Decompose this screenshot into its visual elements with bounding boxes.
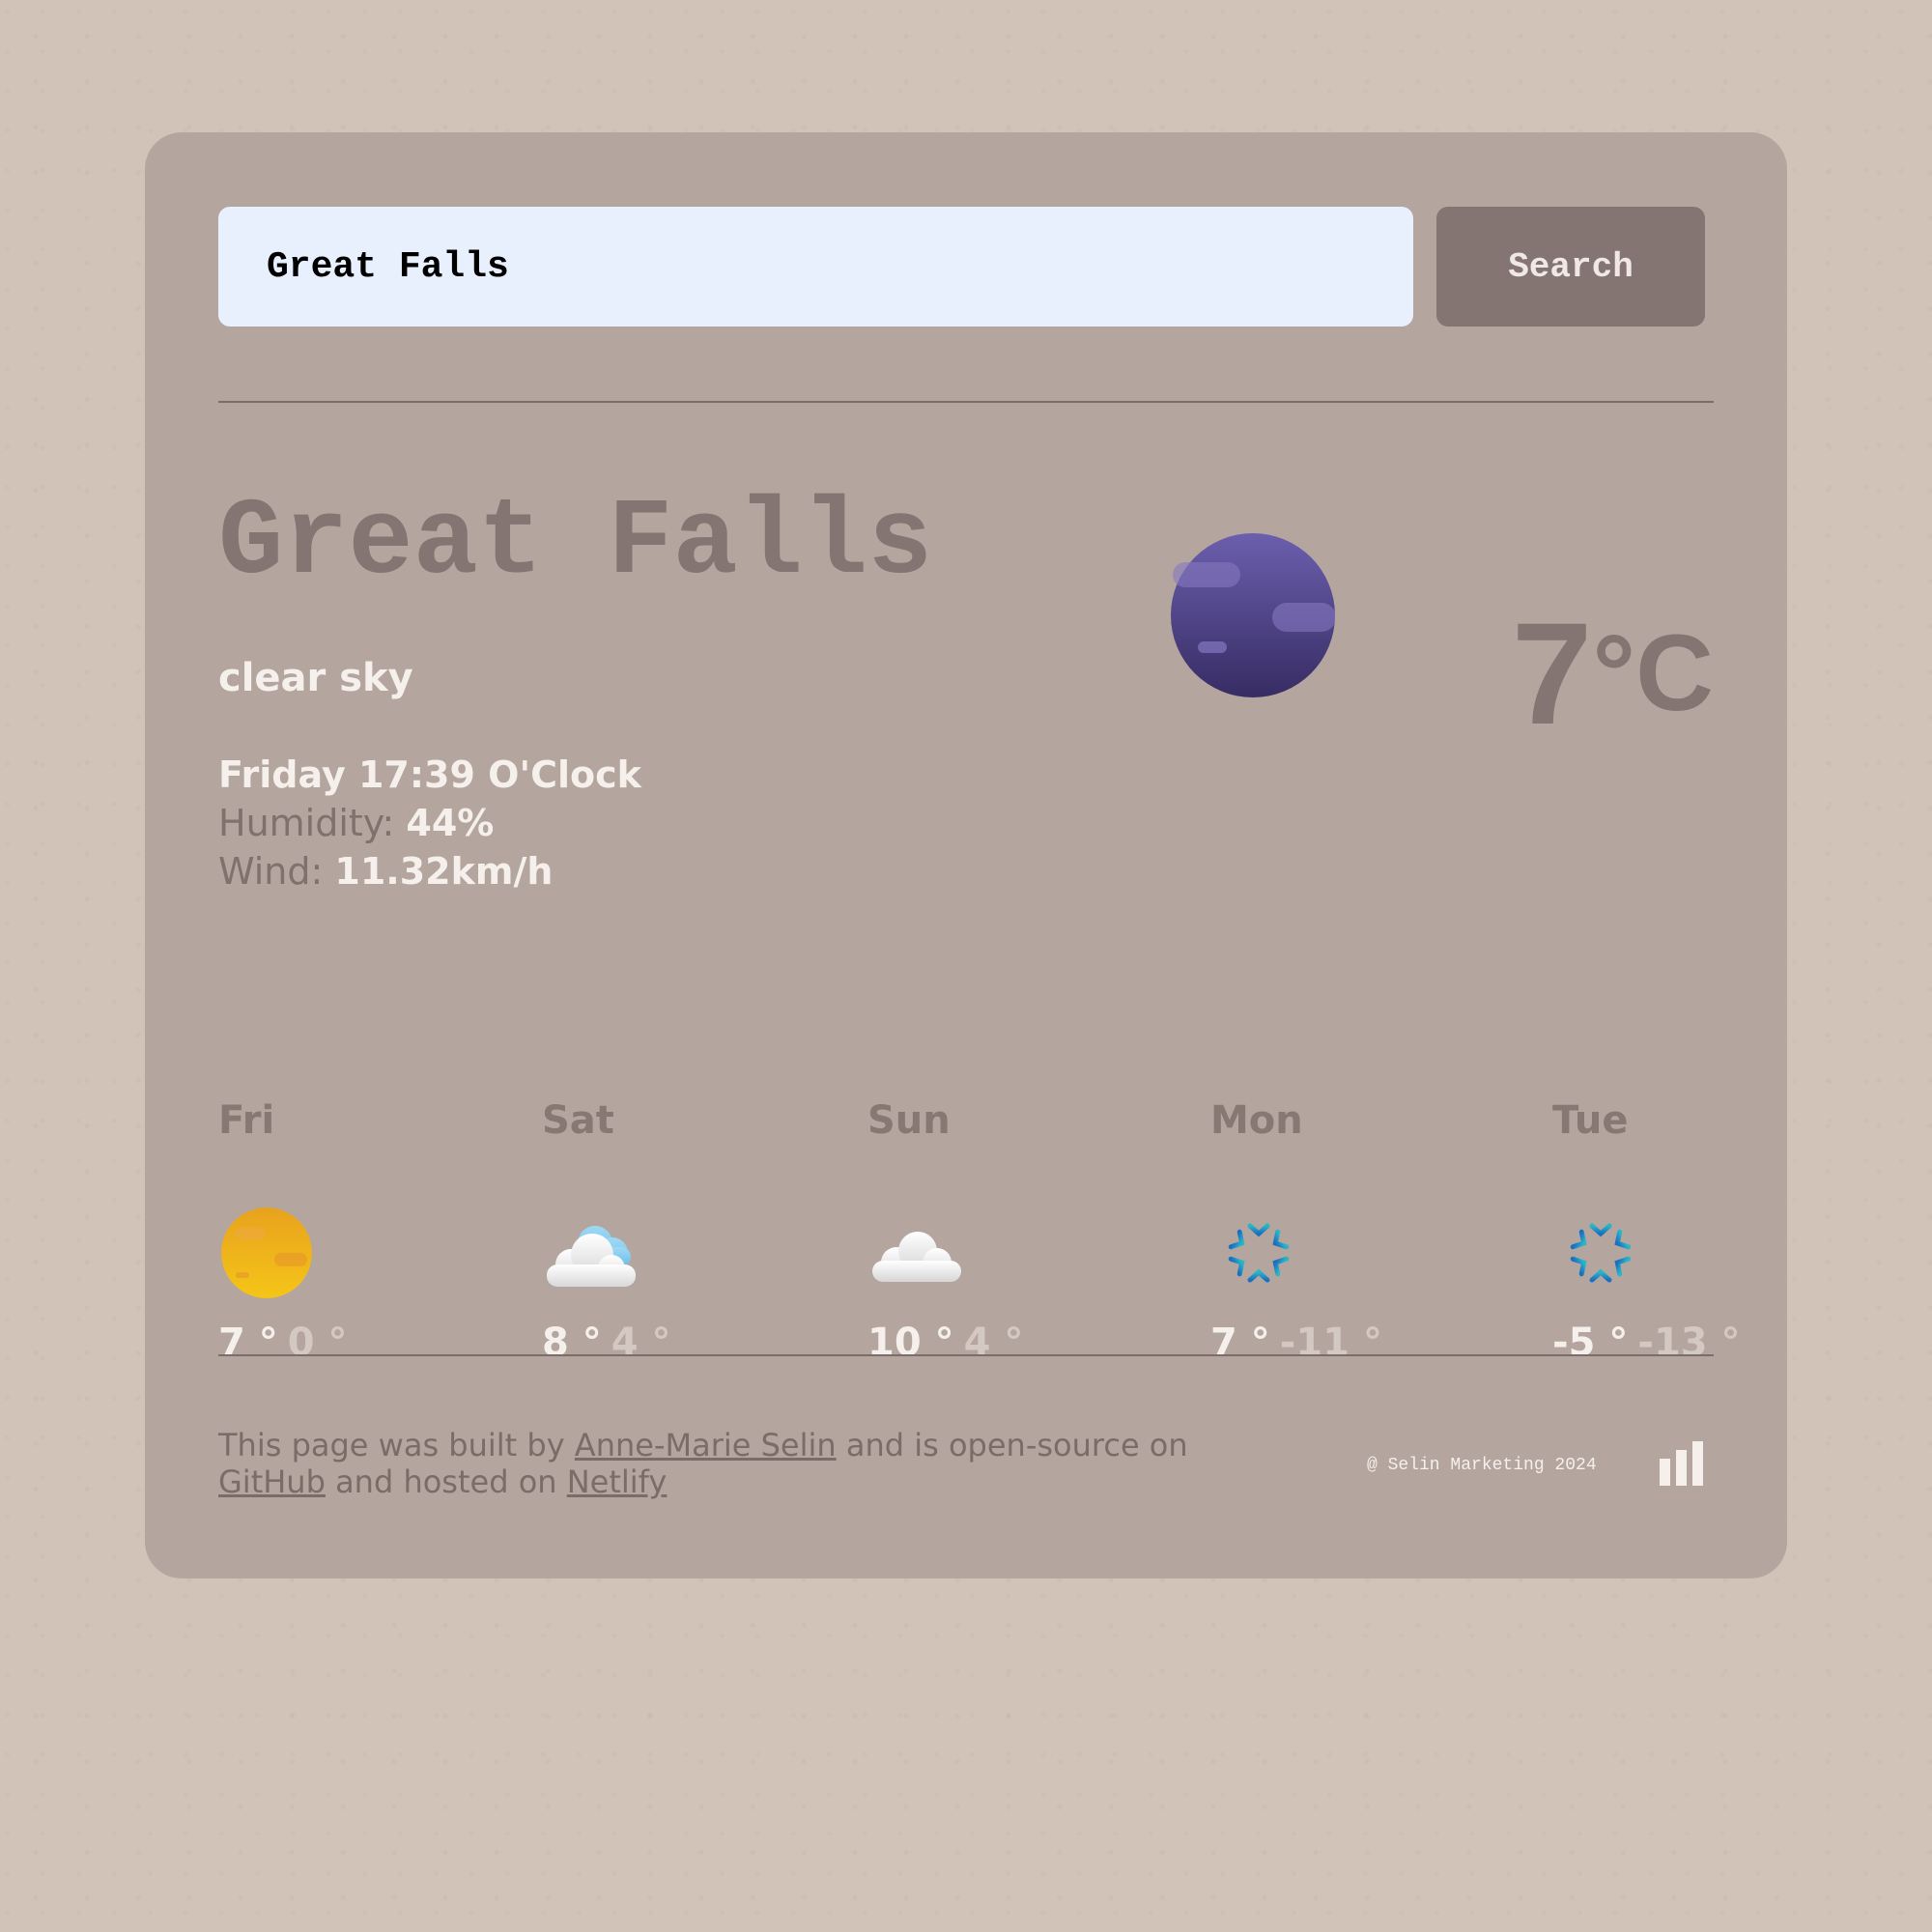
- forecast-max: 7 °: [1210, 1321, 1270, 1365]
- forecast-max: 8 °: [542, 1321, 602, 1365]
- forecast-day-name: Tue: [1552, 1098, 1629, 1143]
- temperature-value: 7: [1511, 592, 1593, 754]
- humidity-label: Humidity:: [218, 802, 407, 844]
- clear-night-moon-icon: [1171, 533, 1335, 697]
- footer-text: This page was built by: [218, 1427, 575, 1463]
- footer-text: and hosted on: [325, 1463, 567, 1500]
- cloud-icon: [872, 1232, 961, 1282]
- bar-chart-icon: [1660, 1441, 1703, 1486]
- sun-icon: [221, 1208, 312, 1298]
- footer-credits: This page was built by Anne-Marie Selin …: [218, 1427, 1233, 1500]
- forecast-min: -11 °: [1279, 1321, 1382, 1365]
- temperature-unit: °C: [1592, 612, 1714, 733]
- search-input[interactable]: [218, 207, 1413, 327]
- top-divider: [218, 401, 1714, 403]
- forecast-temps: 7 ° -11 °: [1210, 1321, 1382, 1365]
- forecast-min: 4 °: [611, 1321, 671, 1365]
- snowflake-icon: [1228, 1217, 1290, 1289]
- forecast-temps: 7 ° 0 °: [218, 1321, 348, 1365]
- snowflake-icon: [1570, 1217, 1632, 1289]
- wind-label: Wind:: [218, 850, 335, 893]
- wind-row: Wind: 11.32km/h: [218, 847, 641, 895]
- date-time: Friday 17:39 O'Clock: [218, 753, 641, 796]
- humidity-value: 44%: [406, 802, 495, 844]
- forecast-max: 10 °: [867, 1321, 954, 1365]
- bottom-divider: [218, 1354, 1714, 1356]
- forecast-day-name: Sat: [542, 1098, 614, 1143]
- weather-description: clear sky: [218, 656, 413, 700]
- humidity-row: Humidity: 44%: [218, 799, 641, 847]
- forecast-temps: -5 ° -13 °: [1552, 1321, 1741, 1365]
- author-link[interactable]: Anne-Marie Selin: [575, 1427, 837, 1463]
- forecast-temps: 10 ° 4 °: [867, 1321, 1023, 1365]
- forecast-temps: 8 ° 4 °: [542, 1321, 671, 1365]
- weather-details: Friday 17:39 O'Clock Humidity: 44% Wind:…: [218, 751, 641, 895]
- search-form: Search: [218, 207, 1711, 327]
- forecast-max: 7 °: [218, 1321, 278, 1365]
- copyright: @ Selin Marketing 2024: [1367, 1456, 1597, 1475]
- current-temperature: 7 °C: [1512, 601, 1714, 818]
- city-name: Great Falls: [218, 482, 933, 605]
- forecast-max: -5 °: [1552, 1321, 1629, 1365]
- forecast-day-name: Sun: [867, 1098, 951, 1143]
- partly-cloudy-icon: [547, 1226, 636, 1287]
- github-link[interactable]: GitHub: [218, 1463, 326, 1500]
- forecast-min: 0 °: [287, 1321, 348, 1365]
- search-button[interactable]: Search: [1436, 207, 1705, 327]
- forecast: Fri 7 ° 0 ° Sat 8 ° 4 ° Sun 10 ° 4 ° Mon…: [218, 1098, 1741, 1365]
- wind-value: 11.32km/h: [334, 850, 554, 893]
- forecast-min: 4 °: [963, 1321, 1024, 1365]
- forecast-min: -13 °: [1637, 1321, 1741, 1365]
- netlify-link[interactable]: Netlify: [567, 1463, 668, 1500]
- weather-card: Search Great Falls clear sky Friday 17:3…: [145, 132, 1787, 1578]
- footer-text: and is open-source on: [836, 1427, 1188, 1463]
- forecast-day-name: Fri: [218, 1098, 275, 1143]
- forecast-day-name: Mon: [1210, 1098, 1303, 1143]
